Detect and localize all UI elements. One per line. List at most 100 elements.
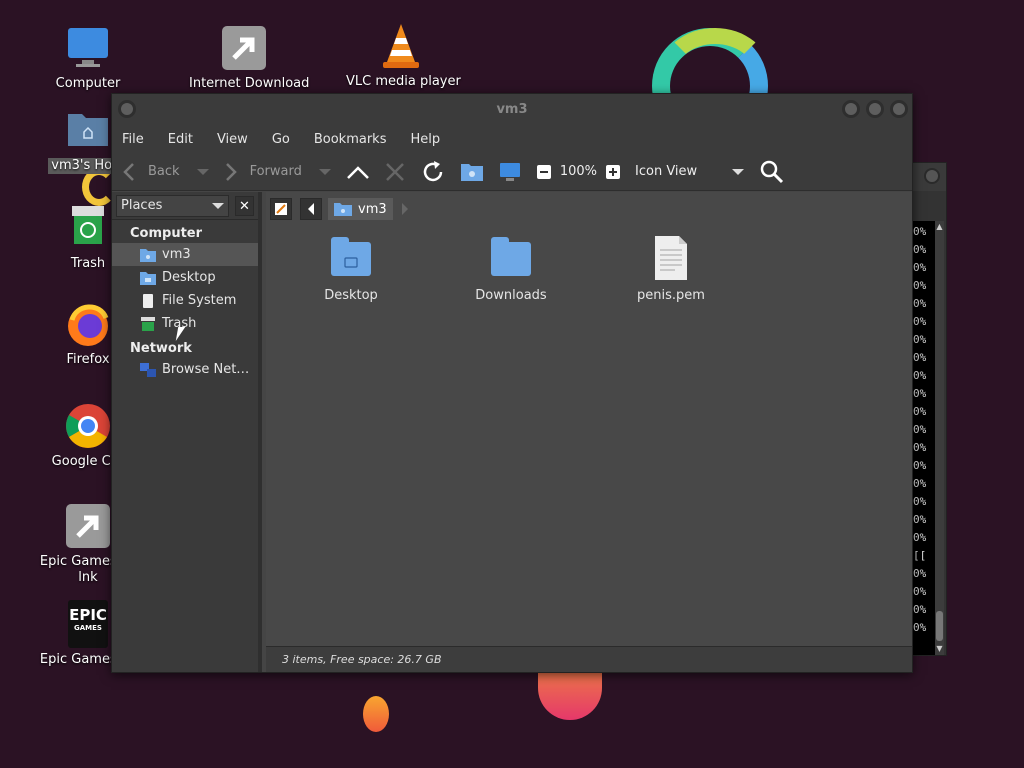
window-titlebar[interactable]: vm3 [112, 94, 912, 126]
desktop-icon-label: Computer [55, 76, 121, 91]
wallpaper-dot [363, 696, 389, 732]
text-file-icon [649, 236, 693, 280]
terminal-scrollbar[interactable]: ▲ ▼ [935, 221, 944, 655]
sidebar-item-desktop[interactable]: Desktop [112, 266, 258, 289]
home-folder-icon [140, 247, 156, 263]
chevron-down-icon [732, 168, 745, 175]
epic-games-icon: EPIC GAMES [68, 600, 108, 648]
network-icon [140, 362, 156, 378]
terminal-line: 0% [913, 333, 927, 346]
menu-help[interactable]: Help [410, 132, 440, 147]
chevron-down-icon[interactable] [318, 167, 332, 177]
menu-edit[interactable]: Edit [168, 132, 193, 147]
close-button[interactable] [890, 100, 908, 118]
file-item-penis-pem[interactable]: penis.pem [616, 236, 726, 303]
desktop-icon-computer[interactable]: Computer [33, 24, 143, 92]
view-mode-label: Icon View [635, 164, 698, 179]
up-button[interactable] [346, 162, 370, 182]
menu-file[interactable]: File [122, 132, 144, 147]
reload-icon [423, 160, 443, 181]
terminal-line: 0% [913, 261, 927, 274]
folder-icon [489, 236, 533, 280]
sidebar-section-computer: Computer [130, 226, 203, 241]
sidebar: Places ✕ Computer vm3 Desktop File Syste… [112, 192, 262, 672]
terminal-output: 0% 0% 0% 0% 0% 0% 0% 0% 0% 0% 0% 0% 0% 0% 0% 0% 0% 0% [[0%… [913, 221, 935, 655]
terminal-line: [[ [913, 549, 927, 562]
places-selector[interactable]: Places [116, 194, 229, 217]
terminal-line: 0% [913, 405, 927, 418]
desktop-folder-icon [329, 236, 373, 280]
search-button[interactable] [759, 159, 785, 185]
terminal-window-button[interactable] [924, 168, 940, 184]
breadcrumb-label: vm3 [358, 201, 387, 217]
chevron-down-icon [211, 202, 224, 209]
back-button[interactable]: Back [122, 162, 210, 182]
toolbar: Back Forward 100% Icon View [112, 153, 912, 191]
home-button[interactable] [460, 161, 484, 183]
forward-label: Forward [249, 164, 302, 179]
path-scroll-left-button[interactable] [300, 198, 322, 220]
places-header: Places ✕ [112, 192, 258, 220]
zoom-in-icon[interactable] [605, 164, 621, 180]
epic-badge-bottom: GAMES [74, 624, 102, 632]
sidebar-section-network: Network [130, 341, 192, 356]
sidebar-item-trash[interactable]: Trash [112, 312, 258, 335]
chevron-right-icon[interactable] [401, 203, 409, 215]
terminal-line: 0% [913, 603, 927, 616]
desktop-icon-vlc[interactable]: VLC media player [346, 22, 461, 90]
terminal-line: 0% [913, 441, 927, 454]
chevron-left-icon [308, 203, 314, 215]
desktop-icon-label: VLC media player [346, 74, 461, 89]
chevron-down-icon[interactable] [196, 167, 210, 177]
terminal-line: 0% [913, 225, 927, 238]
menu-view[interactable]: View [217, 132, 248, 147]
places-selector-label: Places [121, 198, 163, 213]
back-label: Back [148, 164, 180, 179]
chrome-icon [64, 402, 112, 450]
breadcrumb-vm3[interactable]: vm3 [328, 198, 393, 220]
monitor-icon [64, 24, 112, 72]
scroll-up-icon[interactable]: ▲ [935, 223, 944, 231]
sidebar-item-file-system[interactable]: File System [112, 289, 258, 312]
view-mode-select[interactable]: Icon View [635, 164, 745, 179]
shortcut-arrow-icon [220, 24, 268, 72]
file-item-downloads[interactable]: Downloads [456, 236, 566, 303]
stop-button[interactable] [384, 161, 406, 183]
home-folder-icon [334, 203, 352, 216]
forward-arrow-icon [225, 162, 237, 181]
desktop-icon-label: Internet Download [189, 76, 310, 91]
sidebar-item-label: Desktop [162, 270, 216, 285]
forward-button[interactable]: Forward [224, 162, 332, 182]
file-name: penis.pem [637, 288, 705, 303]
sidebar-item-browse-network[interactable]: Browse Net… [112, 358, 258, 381]
desktop-folder-icon [140, 270, 156, 286]
terminal-line: 0% [913, 495, 927, 508]
terminal-line: 0% [913, 297, 927, 310]
home-folder-icon [460, 163, 483, 181]
close-sidebar-button[interactable]: ✕ [234, 195, 254, 216]
toggle-location-entry-button[interactable] [270, 198, 292, 220]
terminal-line: 0% [913, 621, 927, 634]
sidebar-item-vm3[interactable]: vm3 [112, 243, 258, 266]
desktop-icon-internet-download[interactable]: Internet Download [189, 24, 310, 92]
minimize-button[interactable] [842, 100, 860, 118]
firefox-icon [64, 300, 112, 348]
maximize-button[interactable] [866, 100, 884, 118]
vlc-cone-icon [377, 22, 425, 70]
file-view[interactable]: vm3 Desktop Downloads penis.pem 3 items,… [266, 192, 912, 672]
terminal-line: 0% [913, 369, 927, 382]
reload-button[interactable] [420, 159, 446, 185]
scroll-thumb[interactable] [936, 611, 943, 641]
zoom-out-icon[interactable] [536, 164, 552, 180]
terminal-line: 0% [913, 243, 927, 256]
computer-button[interactable] [498, 161, 522, 183]
menubar: File Edit View Go Bookmarks Help [112, 126, 912, 153]
menu-go[interactable]: Go [272, 132, 290, 147]
monitor-icon [499, 162, 520, 181]
menu-bookmarks[interactable]: Bookmarks [314, 132, 387, 147]
file-item-desktop[interactable]: Desktop [296, 236, 406, 303]
scroll-down-icon[interactable]: ▼ [935, 645, 944, 653]
terminal-line: 0% [913, 387, 927, 400]
window-body: Places ✕ Computer vm3 Desktop File Syste… [112, 192, 912, 672]
file-manager-window[interactable]: vm3 File Edit View Go Bookmarks Help Bac… [111, 93, 913, 673]
